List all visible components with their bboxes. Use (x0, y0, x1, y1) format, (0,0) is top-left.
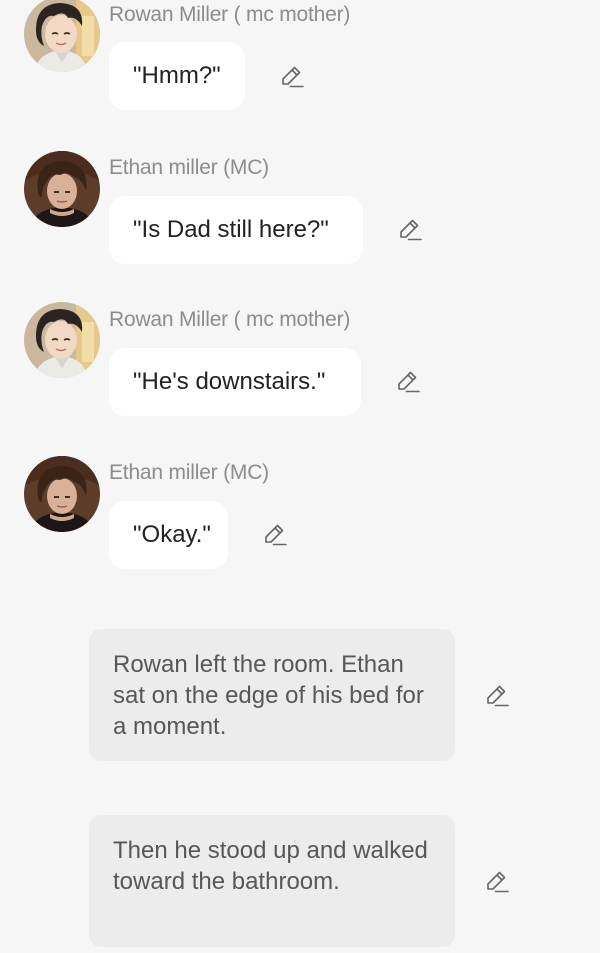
message-bubble[interactable]: "He's downstairs." (109, 348, 361, 416)
narration-block[interactable]: Then he stood up and walked toward the b… (89, 815, 455, 947)
message-bubble[interactable]: "Is Dad still here?" (109, 196, 363, 264)
rowan-avatar[interactable] (24, 302, 100, 378)
pencil-edit-icon[interactable] (262, 521, 288, 547)
speaker-name: Rowan Miller ( mc mother) (109, 3, 351, 26)
rowan-avatar[interactable] (24, 0, 100, 72)
message-bubble[interactable]: "Okay." (109, 501, 228, 569)
pencil-edit-icon[interactable] (279, 63, 305, 89)
speaker-name: Ethan miller (MC) (109, 156, 269, 179)
narration-block[interactable]: Rowan left the room. Ethan sat on the ed… (89, 629, 455, 761)
message-bubble[interactable]: "Hmm?" (109, 42, 245, 110)
ethan-avatar[interactable] (24, 151, 100, 227)
pencil-edit-icon[interactable] (484, 682, 510, 708)
speaker-name: Rowan Miller ( mc mother) (109, 308, 351, 331)
pencil-edit-icon[interactable] (397, 216, 423, 242)
pencil-edit-icon[interactable] (484, 868, 510, 894)
speaker-name: Ethan miller (MC) (109, 461, 269, 484)
ethan-avatar[interactable] (24, 456, 100, 532)
pencil-edit-icon[interactable] (395, 368, 421, 394)
